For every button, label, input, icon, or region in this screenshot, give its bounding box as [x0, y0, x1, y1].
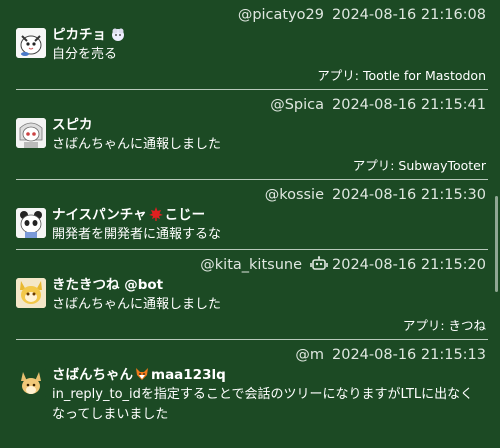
avatar[interactable] [16, 278, 46, 308]
fox-emoji-icon [134, 366, 150, 382]
display-name[interactable]: ピカチョ [52, 26, 486, 44]
status-item[interactable]: @kita_kitsune 2024-08-16 21:15:20 きたきつね … [0, 250, 500, 335]
status-acct[interactable]: @Spica [270, 97, 324, 113]
status-item[interactable]: @Spica 2024-08-16 21:15:41 スピカ さばんちゃんに通報し… [0, 90, 500, 175]
status-meta: @m 2024-08-16 21:15:13 [16, 346, 486, 364]
display-name[interactable]: スピカ [52, 116, 486, 134]
status-meta: @kossie 2024-08-16 21:15:30 [16, 186, 486, 204]
red-maple-leaf-emoji-icon [148, 206, 164, 222]
status-time[interactable]: 2024-08-16 21:15:20 [332, 257, 486, 273]
status-text: さばんちゃんに通報しました [52, 297, 222, 312]
status-meta: @Spica 2024-08-16 21:15:41 [16, 96, 486, 114]
application-label: アプリ: きつね [402, 318, 486, 333]
avatar[interactable] [16, 368, 46, 398]
status-item[interactable]: @m 2024-08-16 21:15:13 さばんちゃん maa123lq i… [0, 340, 500, 425]
timeline: @picatyo29 2024-08-16 21:16:08 ピカチョ 自分を売… [0, 0, 500, 448]
display-name[interactable]: さばんちゃん maa123lq [52, 366, 486, 384]
scrollbar-thumb[interactable] [495, 196, 498, 292]
status-meta: @picatyo29 2024-08-16 21:16:08 [16, 6, 486, 24]
sheep-emoji-icon [110, 26, 126, 42]
status-time[interactable]: 2024-08-16 21:15:41 [332, 97, 486, 113]
status-acct[interactable]: @m [295, 347, 324, 363]
status-item[interactable]: @kossie 2024-08-16 21:15:30 ナイスパンチャ こじー … [0, 180, 500, 245]
display-name[interactable]: きたきつね @bot [52, 276, 486, 294]
status-text: 自分を売る [52, 47, 118, 62]
status-time[interactable]: 2024-08-16 21:15:13 [332, 347, 486, 363]
status-time[interactable]: 2024-08-16 21:16:08 [332, 7, 486, 23]
status-time[interactable]: 2024-08-16 21:15:30 [332, 187, 486, 203]
status-text: in_reply_to_idを指定することで会話のツリーになりますがLTLに出な… [52, 387, 474, 422]
status-acct[interactable]: @kossie [265, 187, 324, 203]
robot-icon [310, 256, 328, 272]
status-text: さばんちゃんに通報しました [52, 137, 222, 152]
status-meta: @kita_kitsune 2024-08-16 21:15:20 [16, 256, 486, 274]
status-acct[interactable]: @picatyo29 [238, 7, 324, 23]
display-name[interactable]: ナイスパンチャ こじー [52, 206, 486, 224]
status-text: 開発者を開発者に通報するな [52, 227, 222, 242]
status-acct[interactable]: @kita_kitsune [200, 257, 302, 273]
application-label: アプリ: SubwayTooter [352, 158, 486, 173]
avatar[interactable] [16, 118, 46, 148]
application-label: アプリ: Tootle for Mastodon [317, 68, 486, 83]
avatar[interactable] [16, 208, 46, 238]
avatar[interactable] [16, 28, 46, 58]
status-item[interactable]: @picatyo29 2024-08-16 21:16:08 ピカチョ 自分を売… [0, 0, 500, 85]
